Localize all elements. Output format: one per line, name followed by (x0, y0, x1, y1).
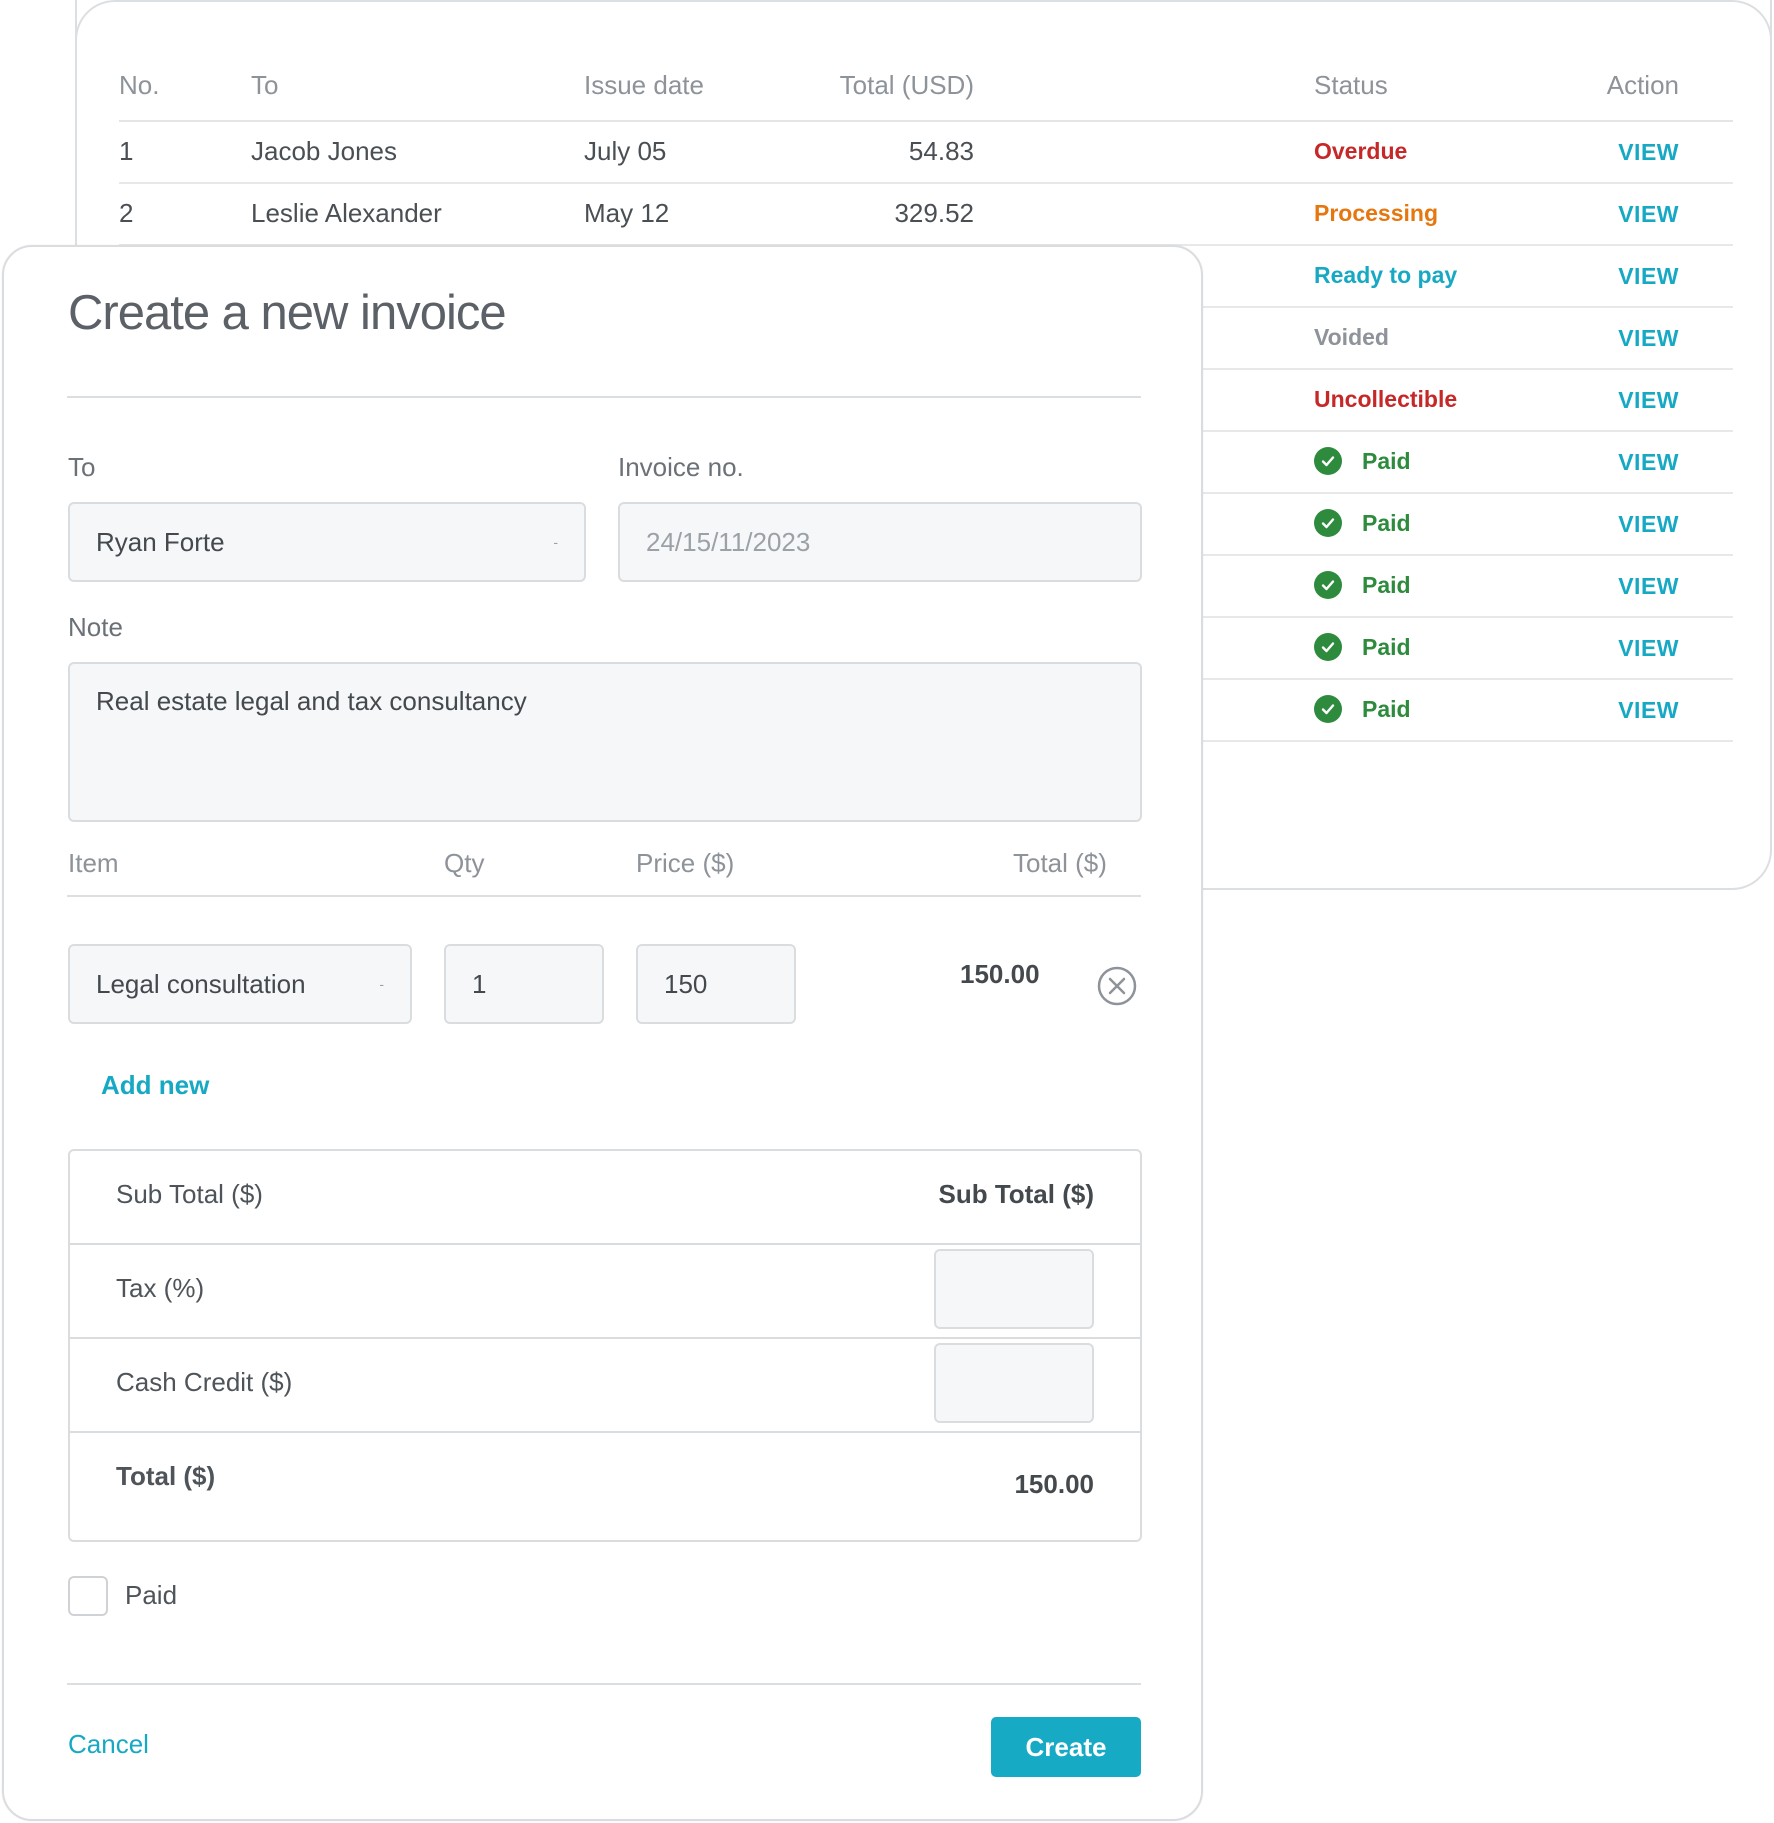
status-label: Paid (1362, 696, 1411, 722)
row-recipient: Jacob Jones (251, 136, 397, 166)
col-header-no: No. (119, 70, 160, 100)
paid-checkbox-label: Paid (125, 1580, 178, 1610)
tax-row: Tax (%) (70, 1243, 1140, 1339)
view-invoice-link[interactable]: VIEW (1618, 201, 1679, 227)
view-invoice-link[interactable]: VIEW (1618, 139, 1679, 165)
check-circle-icon (1314, 509, 1342, 537)
col-header-action: Action (1606, 70, 1679, 100)
row-total: 54.83 (908, 136, 974, 166)
note-value: Real estate legal and tax consultancy (96, 686, 527, 716)
summary-table: Sub Total ($) Sub Total ($) Tax (%) Cash… (68, 1149, 1142, 1542)
action-cell: VIEW (1539, 492, 1679, 554)
status-badge: Paid (1314, 678, 1411, 740)
check-circle-icon (1314, 571, 1342, 599)
recipient-select[interactable]: Ryan Forte - (68, 502, 586, 582)
items-header-divider (67, 895, 1141, 897)
view-invoice-link[interactable]: VIEW (1618, 449, 1679, 475)
check-circle-icon (1314, 695, 1342, 723)
dropdown-caret-icon: - (553, 534, 558, 550)
action-cell: VIEW (1539, 120, 1679, 182)
status-badge: Processing (1314, 200, 1438, 226)
item-select[interactable]: Legal consultation - (68, 944, 412, 1024)
total-label: Total ($) (116, 1461, 216, 1491)
paid-checkbox[interactable] (68, 1576, 108, 1616)
status-badge: Ready to pay (1314, 262, 1458, 288)
items-header-price: Price ($) (636, 848, 735, 878)
invoice-table-header: No. To Issue date Total (USD) Status Act… (119, 48, 1733, 122)
items-header-item: Item (68, 848, 119, 878)
table-row: 2 Leslie Alexander May 12 329.52 Processing V… (119, 182, 1733, 246)
status-badge: Paid (1314, 492, 1411, 554)
subtotal-label: Sub Total ($) (116, 1179, 263, 1209)
item-value: Legal consultation (96, 968, 306, 999)
row-total: 329.52 (894, 198, 974, 228)
cash-credit-row: Cash Credit ($) (70, 1337, 1140, 1433)
invoice-no-input[interactable]: 24/15/11/2023 (618, 502, 1142, 582)
items-header-qty: Qty (444, 848, 485, 878)
note-textarea[interactable]: Real estate legal and tax consultancy (68, 662, 1142, 822)
footer-divider (67, 1683, 1141, 1685)
price-value: 150 (664, 968, 708, 999)
qty-value: 1 (472, 968, 487, 999)
create-button[interactable]: Create (991, 1717, 1141, 1777)
col-header-to: To (251, 70, 279, 100)
price-input[interactable]: 150 (636, 944, 796, 1024)
subtotal-row: Sub Total ($) Sub Total ($) (70, 1151, 1140, 1245)
cash-credit-label: Cash Credit ($) (116, 1367, 293, 1397)
qty-input[interactable]: 1 (444, 944, 604, 1024)
col-header-issue-date: Issue date (584, 70, 704, 100)
cash-credit-input[interactable] (934, 1343, 1094, 1423)
view-invoice-link[interactable]: VIEW (1618, 573, 1679, 599)
status-badge: Voided (1314, 324, 1389, 350)
row-no: 2 (119, 198, 134, 228)
action-cell: VIEW (1539, 244, 1679, 306)
row-no: 1 (119, 136, 134, 166)
row-issue-date: July 05 (584, 136, 667, 166)
row-issue-date: May 12 (584, 198, 670, 228)
status-badge: Paid (1314, 616, 1411, 678)
title-divider (67, 396, 1141, 398)
invoice-no-placeholder: 24/15/11/2023 (646, 526, 811, 557)
line-item-total: 150.00 (960, 959, 1040, 989)
view-invoice-link[interactable]: VIEW (1618, 697, 1679, 723)
remove-item-icon[interactable] (1097, 966, 1137, 1006)
modal-title: Create a new invoice (68, 286, 507, 340)
table-row: 1 Jacob Jones July 05 54.83 Overdue VIEW (119, 120, 1733, 184)
total-row: Total ($) 150.00 (70, 1431, 1140, 1541)
action-cell: VIEW (1539, 616, 1679, 678)
status-badge: Paid (1314, 430, 1411, 492)
status-badge: Paid (1314, 554, 1411, 616)
status-badge: Overdue (1314, 138, 1408, 164)
action-cell: VIEW (1539, 368, 1679, 430)
check-circle-icon (1314, 447, 1342, 475)
view-invoice-link[interactable]: VIEW (1618, 635, 1679, 661)
subtotal-value: Sub Total ($) (938, 1179, 1094, 1209)
view-invoice-link[interactable]: VIEW (1618, 263, 1679, 289)
action-cell: VIEW (1539, 554, 1679, 616)
row-recipient: Leslie Alexander (251, 198, 442, 228)
tax-input[interactable] (934, 1249, 1094, 1329)
action-cell: VIEW (1539, 306, 1679, 368)
recipient-value: Ryan Forte (96, 526, 225, 557)
col-header-status: Status (1314, 70, 1388, 100)
action-cell: VIEW (1539, 430, 1679, 492)
col-header-total: Total (USD) (839, 70, 974, 100)
action-cell: VIEW (1539, 182, 1679, 244)
dropdown-caret-icon: - (379, 976, 384, 992)
view-invoice-link[interactable]: VIEW (1618, 511, 1679, 537)
note-label: Note (68, 612, 123, 642)
add-new-item-link[interactable]: Add new (101, 1070, 209, 1101)
tax-label: Tax (%) (116, 1273, 205, 1303)
create-invoice-modal: Create a new invoice To Ryan Forte - Inv… (2, 245, 1203, 1821)
to-label: To (68, 452, 96, 482)
status-badge: Uncollectible (1314, 386, 1458, 412)
total-value: 150.00 (1014, 1469, 1094, 1499)
items-header-total: Total ($) (1013, 848, 1107, 878)
cancel-button[interactable]: Cancel (68, 1729, 149, 1760)
invoice-no-label: Invoice no. (618, 452, 744, 482)
view-invoice-link[interactable]: VIEW (1618, 325, 1679, 351)
view-invoice-link[interactable]: VIEW (1618, 387, 1679, 413)
check-circle-icon (1314, 633, 1342, 661)
action-cell: VIEW (1539, 678, 1679, 740)
